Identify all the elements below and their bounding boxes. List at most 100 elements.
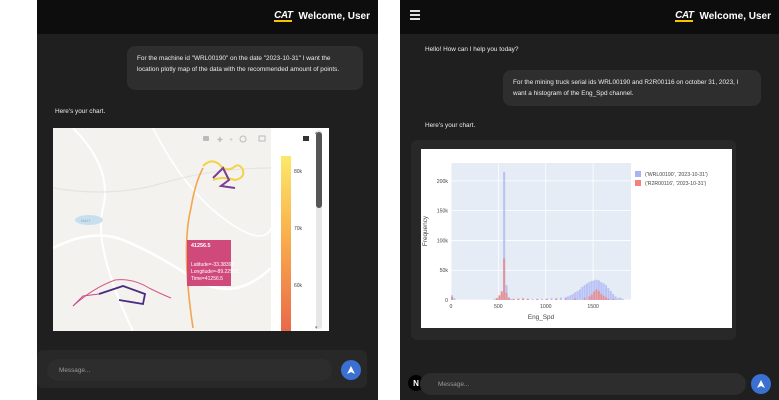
cat-logo: CAT (274, 10, 293, 22)
histogram-bar[interactable] (522, 298, 525, 300)
histogram-bar[interactable] (581, 286, 584, 300)
histogram-bar[interactable] (517, 298, 520, 300)
user-message-text: For the machine id "WRL00190" on the dat… (137, 55, 340, 73)
send-button[interactable] (751, 374, 771, 394)
colorbar-tick: 60k (294, 283, 303, 289)
hamburger-menu-icon[interactable] (410, 10, 420, 20)
histogram-bar[interactable] (574, 298, 577, 300)
histogram-bar[interactable] (493, 298, 496, 300)
user-message-bubble: For the mining truck serial ids WRL00190… (503, 70, 761, 106)
user-message-bubble: For the machine id "WRL00190" on the dat… (127, 46, 363, 90)
message-input[interactable]: Message... (47, 359, 332, 381)
histogram-bar[interactable] (550, 298, 553, 300)
histogram-bar[interactable] (614, 296, 617, 300)
histogram-bar[interactable] (616, 298, 619, 300)
histogram-bar[interactable] (621, 298, 624, 300)
histogram-bar[interactable] (619, 297, 622, 300)
assistant-message: Here's your chart. (55, 108, 106, 115)
message-placeholder: Message... (438, 380, 470, 388)
y-tick-label: 200k (437, 179, 449, 185)
histogram-bar[interactable] (597, 291, 600, 300)
histogram-bar[interactable] (526, 298, 529, 300)
legend-swatch[interactable] (635, 171, 641, 177)
send-button[interactable] (341, 360, 361, 380)
histogram-svg: 0 50k 100k 150k 200k 0 500 1000 1500 Eng_Spd Fr… (422, 163, 708, 321)
brand-area: CAT Welcome, User (675, 11, 771, 22)
scrollbar-thumb[interactable] (316, 132, 322, 208)
histogram-bar[interactable] (536, 299, 539, 300)
histogram-bar[interactable] (555, 299, 558, 300)
histogram-bar[interactable] (500, 291, 503, 300)
histogram-bar[interactable] (545, 299, 548, 300)
histogram-bar[interactable] (609, 291, 612, 300)
histogram-bar[interactable] (567, 296, 570, 300)
histogram-bar[interactable] (569, 295, 572, 300)
x-tick-label: 500 (494, 304, 503, 310)
histogram-bar[interactable] (541, 298, 544, 300)
histogram-bar[interactable] (498, 295, 501, 300)
histogram-bar[interactable] (564, 298, 567, 300)
histogram-bar[interactable] (453, 298, 456, 300)
histogram-chart[interactable]: 0 50k 100k 150k 200k 0 500 1000 1500 Eng_Spd Fr… (421, 149, 732, 328)
top-bar: CAT Welcome, User (400, 0, 779, 34)
histogram-bar[interactable] (451, 297, 454, 300)
x-axis-label: Eng_Spd (528, 314, 555, 321)
histogram-bar[interactable] (612, 294, 615, 300)
message-input[interactable]: Message... (420, 373, 746, 395)
map-background (53, 128, 271, 331)
right-chat-window: CAT Welcome, User Hello! How can I help … (400, 0, 779, 400)
send-arrow-icon (757, 380, 765, 388)
histogram-bar[interactable] (512, 298, 515, 300)
histogram-bar[interactable] (612, 299, 615, 300)
x-tick-label: 0 (450, 304, 453, 310)
left-chat-window: CAT Welcome, User For the machine id "WR… (37, 0, 378, 400)
tooltip-line: Time=41256.5 (191, 276, 223, 282)
histogram-bar[interactable] (607, 298, 610, 300)
y-tick-label: 100k (437, 238, 449, 244)
histogram-bar[interactable] (531, 299, 534, 300)
welcome-text: Welcome, User (298, 11, 370, 22)
histogram-bar[interactable] (505, 292, 508, 300)
histogram-bar[interactable] (590, 294, 593, 300)
colorbar-tick: 70k (294, 226, 303, 232)
cat-logo: CAT (675, 10, 694, 22)
x-tick-label: 1000 (540, 304, 552, 310)
x-tick-label: 1500 (587, 304, 599, 310)
y-axis-ticks: 0 50k 100k 150k 200k (437, 179, 449, 304)
pan-icon[interactable]: ✚ (217, 136, 223, 144)
histogram-bar[interactable] (503, 258, 506, 300)
tooltip-title: 41256.5 (191, 243, 211, 249)
plotly-logo-icon (303, 136, 309, 141)
user-message-text: For the mining truck serial ids WRL00190… (513, 79, 739, 97)
welcome-text: Welcome, User (699, 11, 771, 22)
histogram-bar[interactable] (496, 298, 499, 300)
assistant-message: Here's your chart. (425, 122, 476, 129)
histogram-bar[interactable] (559, 297, 563, 300)
y-tick-label: 150k (437, 209, 449, 215)
histogram-bar[interactable] (510, 298, 513, 300)
histogram-bar[interactable] (602, 295, 605, 300)
camera-icon[interactable] (203, 136, 209, 141)
histogram-bar[interactable] (600, 294, 603, 300)
y-tick-label: 50k (440, 268, 449, 274)
histogram-bar[interactable] (593, 291, 596, 300)
legend-swatch[interactable] (635, 180, 641, 186)
zoom-in-icon[interactable]: + (229, 137, 233, 144)
tooltip-line: Longitude=-89.22525 (191, 269, 239, 275)
histogram-bar[interactable] (607, 288, 610, 300)
map-chart[interactable]: N427 ✚ + 80k 70k 60k ▴ ▾ 41256.5 Latitud… (52, 127, 329, 332)
histogram-bar[interactable] (595, 289, 598, 300)
legend-label[interactable]: ('WRL00190', '2023-10-31') (645, 172, 708, 178)
histogram-bar[interactable] (588, 296, 591, 300)
histogram-bar[interactable] (578, 289, 581, 300)
legend-label[interactable]: ('R2R00116', '2023-10-31') (645, 181, 707, 187)
histogram-bar[interactable] (583, 297, 586, 300)
map-svg: N427 ✚ + 80k 70k 60k ▴ ▾ 41256.5 Latitud… (52, 127, 329, 332)
histogram-bar[interactable] (571, 294, 574, 300)
histogram-bar[interactable] (507, 298, 510, 300)
histogram-bar[interactable] (604, 297, 608, 300)
message-placeholder: Message... (59, 366, 91, 374)
histogram-bar[interactable] (576, 291, 579, 300)
histogram-bar[interactable] (586, 283, 589, 300)
colorbar-tick: 80k (294, 169, 303, 175)
